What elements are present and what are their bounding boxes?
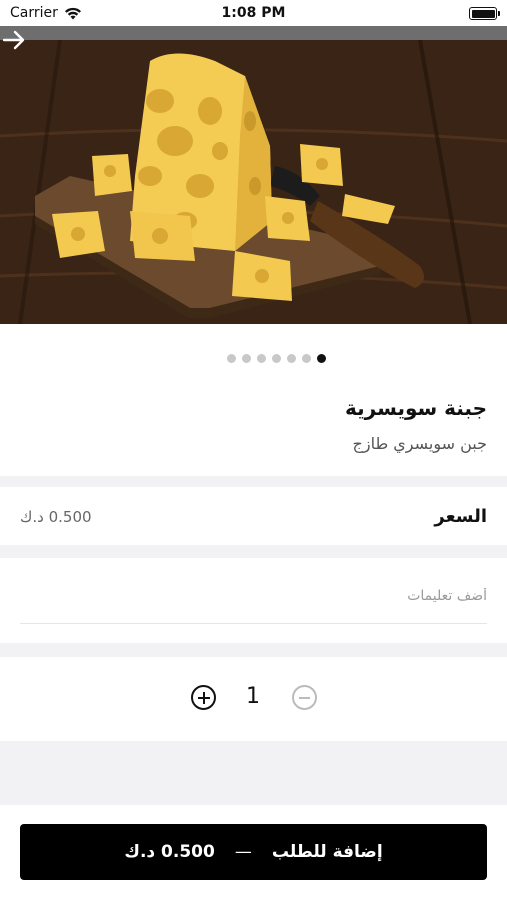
add-button-separator: —: [234, 842, 252, 862]
carousel-dot[interactable]: [287, 354, 296, 363]
carousel-dot-active[interactable]: [317, 354, 326, 363]
divider: [0, 643, 507, 657]
cheese-illustration: [0, 26, 507, 324]
add-button-total: 0.500 د.ك: [124, 842, 215, 862]
carousel-dot[interactable]: [302, 354, 311, 363]
plus-circle-icon[interactable]: [191, 685, 216, 710]
price-row: السعر 0.500 د.ك: [0, 487, 507, 545]
quantity-value: 1: [246, 684, 260, 709]
minus-circle-icon[interactable]: [292, 685, 317, 710]
add-to-order-button[interactable]: إضافة للطلب — 0.500 د.ك: [20, 824, 487, 880]
battery-icon: [469, 7, 500, 20]
price-value: 0.500 د.ك: [20, 508, 92, 526]
price-label: السعر: [434, 506, 487, 527]
status-bar: Carrier 1:08 PM: [0, 0, 507, 26]
instructions-input[interactable]: [20, 588, 487, 604]
carousel-dot[interactable]: [272, 354, 281, 363]
divider: [0, 545, 507, 558]
carousel-dots[interactable]: [0, 354, 507, 363]
quantity-stepper: 1: [0, 666, 507, 730]
carousel-dot[interactable]: [227, 354, 236, 363]
divider: [0, 476, 507, 487]
product-name: جبنة سويسرية: [345, 396, 487, 420]
product-image[interactable]: [0, 26, 507, 324]
carousel-dot[interactable]: [242, 354, 251, 363]
status-time: 1:08 PM: [221, 5, 286, 21]
add-button-label: إضافة للطلب: [271, 842, 383, 862]
arrow-right-icon[interactable]: [0, 26, 28, 54]
carousel-dot[interactable]: [257, 354, 266, 363]
instructions-field-wrapper: [20, 558, 487, 624]
footer-spacer: [0, 741, 507, 805]
product-description: جبن سويسري طازج: [352, 434, 487, 453]
